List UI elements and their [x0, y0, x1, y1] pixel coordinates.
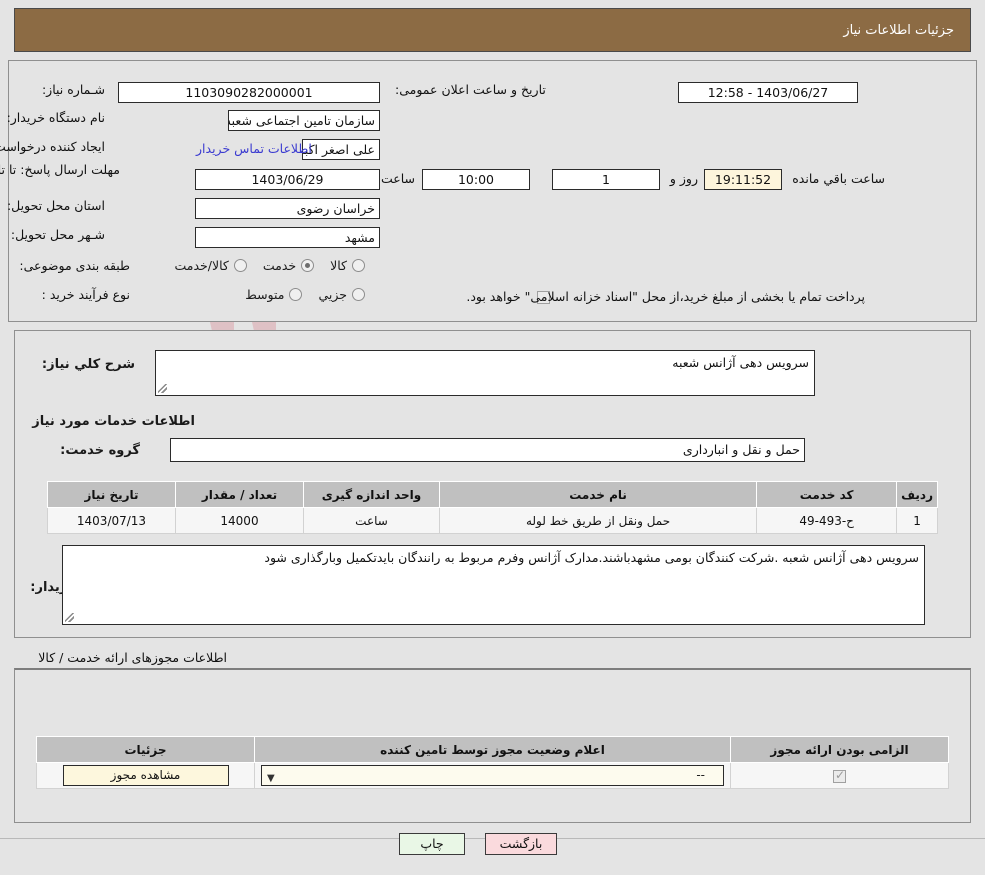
deadline-hour-label: ساعت	[380, 171, 415, 186]
need-number-value: 1103090282000001	[118, 82, 380, 103]
need-summary-textarea[interactable]: سرویس دهی آژانس شعبه	[155, 350, 815, 396]
permits-section-title: اطلاعات مجوزهای ارائه خدمت / کالا	[38, 650, 227, 665]
purchase-process-radio-motavaset[interactable]	[289, 288, 303, 301]
cell-permit-required	[730, 762, 949, 789]
cell-permit-details: مشاهده مجوز	[36, 762, 255, 789]
classification-radio-kala[interactable]	[352, 259, 365, 272]
service-group-value: حمل و نقل و انبارداری	[170, 438, 805, 462]
delivery-province-label: استان محل تحویل:	[6, 198, 105, 213]
delivery-province-value: خراسان رضوی	[195, 198, 380, 219]
remaining-days-value: 1	[552, 169, 660, 190]
permits-table-container: الزامی بودن ارائه مجوز اعلام وضعیت مجوز …	[36, 736, 949, 789]
delivery-city-value: مشهد	[195, 227, 380, 248]
col-permit-details: جزئیات	[36, 736, 255, 763]
treasury-bonds-note: پرداخت تمام یا بخشی از مبلغ خرید،از محل …	[466, 289, 865, 304]
permit-status-select[interactable]: ▼ --	[261, 765, 724, 786]
cell-radif: 1	[896, 507, 938, 534]
buyer-contact-info-link[interactable]: اطلاعات تماس خریدار	[196, 141, 312, 156]
request-creator-value: علی اصغر اکبری اره کمر کاربرداز سازمان ت…	[302, 139, 380, 160]
countdown-timer-value: 19:11:52	[704, 169, 782, 190]
page-header: جزئیات اطلاعات نیاز	[14, 8, 971, 52]
announce-datetime-value: 1403/06/27 - 12:58	[678, 82, 858, 103]
cell-unit: ساعت	[303, 507, 440, 534]
col-need-date: تاریخ نیاز	[47, 481, 176, 508]
countdown-timer-label: ساعت باقي مانده	[792, 171, 885, 186]
request-creator-label: ایجاد کننده درخواست:	[0, 139, 105, 154]
col-service-name: نام خدمت	[438, 481, 758, 508]
table-row: ▼ -- مشاهده مجوز	[36, 762, 949, 789]
classification-radio-khedmat[interactable]	[301, 259, 315, 272]
print-button[interactable]: چاپ	[399, 833, 465, 855]
buyer-notes-textarea[interactable]: سرویس دهی آژانس شعبه .شرکت کنندگان بومی …	[62, 545, 925, 625]
delivery-city-label: شـهر محل تحویل:	[10, 227, 105, 242]
services-table: ردیف کد خدمت نام خدمت واحد اندازه گیری ت…	[47, 481, 938, 534]
buyer-organization-value: سازمان تامین اجتماعی شعبه چهار مشهد	[228, 110, 380, 131]
services-table-header-row: ردیف کد خدمت نام خدمت واحد اندازه گیری ت…	[47, 481, 938, 508]
service-group-label: گروه خدمت:	[60, 443, 140, 458]
need-number-label: شـماره نیاز:	[41, 82, 105, 97]
col-radif: ردیف	[896, 481, 938, 508]
response-deadline-label: مهلت ارسال پاسخ: تا تاریخ:	[0, 162, 120, 177]
chevron-down-icon: ▼	[267, 773, 275, 784]
purchase-process-radio-jozi[interactable]	[352, 288, 365, 301]
purchase-process-label-jozi: جزیي	[318, 287, 347, 302]
cell-service-name: حمل ونقل از طریق خط لوله	[438, 507, 758, 534]
buyer-organization-label: نام دستگاه خریدار:	[6, 110, 105, 125]
permits-table-header-row: الزامی بودن ارائه مجوز اعلام وضعیت مجوز …	[36, 736, 949, 763]
col-unit: واحد اندازه گیری	[303, 481, 440, 508]
permit-status-value: --	[696, 768, 705, 782]
col-quantity: تعداد / مقدار	[175, 481, 304, 508]
view-permit-button[interactable]: مشاهده مجوز	[62, 765, 229, 786]
need-summary-label: شرح کلي نیاز:	[41, 357, 135, 372]
services-table-container: ردیف کد خدمت نام خدمت واحد اندازه گیری ت…	[47, 481, 938, 534]
classification-label-kala: کالا	[330, 258, 347, 273]
col-permit-required: الزامی بودن ارائه مجوز	[730, 736, 949, 763]
table-row: 1 ح-493-49 حمل ونقل از طریق خط لوله ساعت…	[47, 507, 938, 534]
purchase-process-radio-group: جزیي متوسط	[229, 287, 365, 302]
col-permit-status: اعلام وضعیت مجوز توسط تامین کننده	[254, 736, 731, 763]
remaining-days-label: روز و	[669, 171, 698, 186]
cell-service-code: ح-493-49	[756, 507, 898, 534]
announce-datetime-label: تاریخ و ساعت اعلان عمومی:	[395, 82, 546, 97]
classification-radio-group: کالا خدمت کالا/خدمت	[158, 258, 365, 273]
page-root: AnaTender.net جزئیات اطلاعات نیاز شـماره…	[0, 0, 985, 875]
classification-label-khedmat: خدمت	[262, 258, 297, 273]
cell-permit-status: ▼ --	[254, 762, 731, 789]
permit-required-checkbox	[833, 768, 846, 783]
back-button[interactable]: بازگشت	[485, 833, 557, 855]
page-title: جزئیات اطلاعات نیاز	[843, 22, 954, 38]
deadline-date-value: 1403/06/29	[195, 169, 380, 190]
services-section-title: اطلاعات خدمات مورد نیاز	[32, 414, 195, 429]
cell-quantity: 14000	[175, 507, 304, 534]
col-service-code: کد خدمت	[756, 481, 898, 508]
purchase-process-label: نوع فرآیند خرید :	[41, 287, 130, 302]
classification-label-kala-khedmat: کالا/خدمت	[174, 258, 229, 273]
permits-table: الزامی بودن ارائه مجوز اعلام وضعیت مجوز …	[36, 736, 949, 789]
cell-need-date: 1403/07/13	[47, 507, 176, 534]
classification-radio-kala-khedmat[interactable]	[233, 259, 247, 272]
classification-label: طبقه بندی موضوعی:	[19, 258, 130, 273]
deadline-hour-value: 10:00	[422, 169, 530, 190]
purchase-process-label-motavaset: متوسط	[245, 287, 285, 302]
